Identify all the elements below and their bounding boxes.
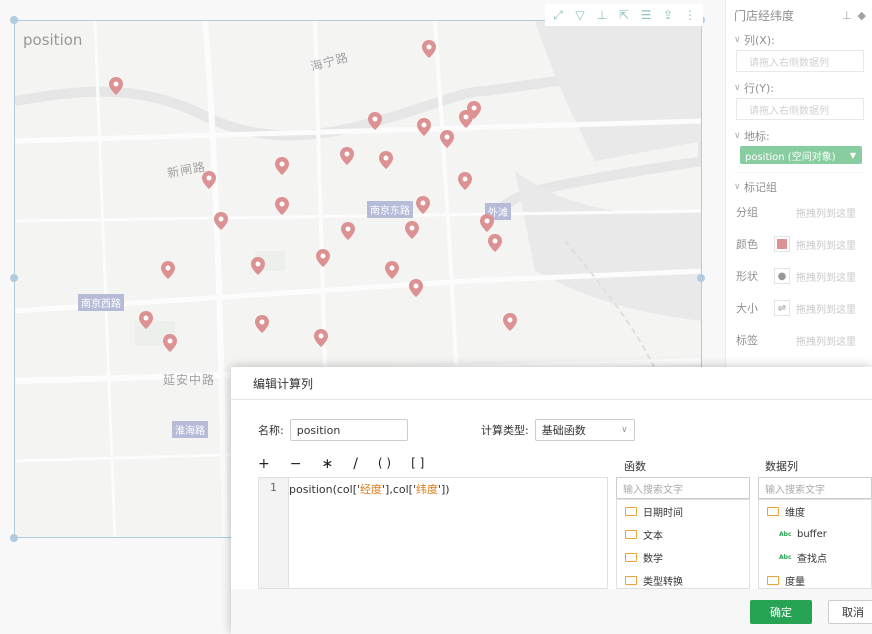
function-category[interactable]: 数学 bbox=[617, 546, 749, 569]
chevron-down-icon: ∨ bbox=[621, 425, 628, 435]
column-item[interactable]: Abc 查找点 bbox=[759, 546, 871, 569]
multiply-operator[interactable]: ∗ bbox=[321, 456, 333, 472]
calc-type-row: 计算类型: 基础函数 ∨ bbox=[481, 419, 635, 441]
formula-code: position(col['经度'],col['纬度']) bbox=[289, 483, 450, 496]
formula-editor[interactable]: 1 position(col['经度'],col['纬度']) bbox=[258, 477, 608, 589]
folder-icon bbox=[625, 530, 637, 539]
function-list: 日期时间 文本 数学 类型转换 bbox=[616, 499, 750, 589]
name-row: 名称: position bbox=[258, 419, 408, 441]
text-field-icon: Abc bbox=[779, 554, 792, 561]
function-category[interactable]: 文本 bbox=[617, 523, 749, 546]
divide-operator[interactable]: / bbox=[353, 456, 358, 472]
column-item[interactable]: Abc buffer bbox=[759, 523, 871, 546]
cancel-button[interactable]: 取消 bbox=[828, 600, 872, 624]
brackets-operator[interactable]: [ ] bbox=[411, 456, 424, 472]
column-search-input[interactable]: 输入搜索文字 bbox=[758, 477, 872, 499]
folder-icon bbox=[625, 576, 637, 585]
folder-icon bbox=[767, 507, 779, 516]
dialog-title: 编辑计算列 bbox=[231, 367, 872, 400]
calc-type-select[interactable]: 基础函数 ∨ bbox=[534, 419, 635, 441]
plus-operator[interactable]: + bbox=[258, 456, 270, 472]
folder-icon bbox=[625, 507, 637, 516]
folder-icon bbox=[625, 553, 637, 562]
calc-type-label: 计算类型: bbox=[481, 424, 529, 437]
data-columns-heading: 数据列 bbox=[765, 460, 798, 473]
column-folder[interactable]: 度量 bbox=[759, 569, 871, 588]
text-field-icon: Abc bbox=[779, 531, 792, 538]
functions-heading: 函数 bbox=[624, 460, 646, 473]
folder-icon bbox=[767, 576, 779, 585]
function-search-input[interactable]: 输入搜索文字 bbox=[616, 477, 750, 499]
name-label: 名称: bbox=[258, 424, 284, 437]
minus-operator[interactable]: − bbox=[290, 456, 302, 472]
name-input[interactable]: position bbox=[289, 419, 408, 441]
parentheses-operator[interactable]: ( ) bbox=[378, 456, 391, 472]
function-category[interactable]: 类型转换 bbox=[617, 569, 749, 588]
line-gutter: 1 bbox=[259, 478, 289, 588]
data-column-list: 维度 Abc buffer Abc 查找点 度量 bbox=[758, 499, 872, 589]
operator-bar: + − ∗ / ( ) [ ] bbox=[258, 456, 424, 472]
edit-calc-column-dialog: 编辑计算列 名称: position 计算类型: 基础函数 ∨ + − ∗ / … bbox=[231, 367, 872, 634]
confirm-button[interactable]: 确定 bbox=[750, 600, 812, 624]
column-folder[interactable]: 维度 bbox=[759, 500, 871, 523]
function-category[interactable]: 日期时间 bbox=[617, 500, 749, 523]
